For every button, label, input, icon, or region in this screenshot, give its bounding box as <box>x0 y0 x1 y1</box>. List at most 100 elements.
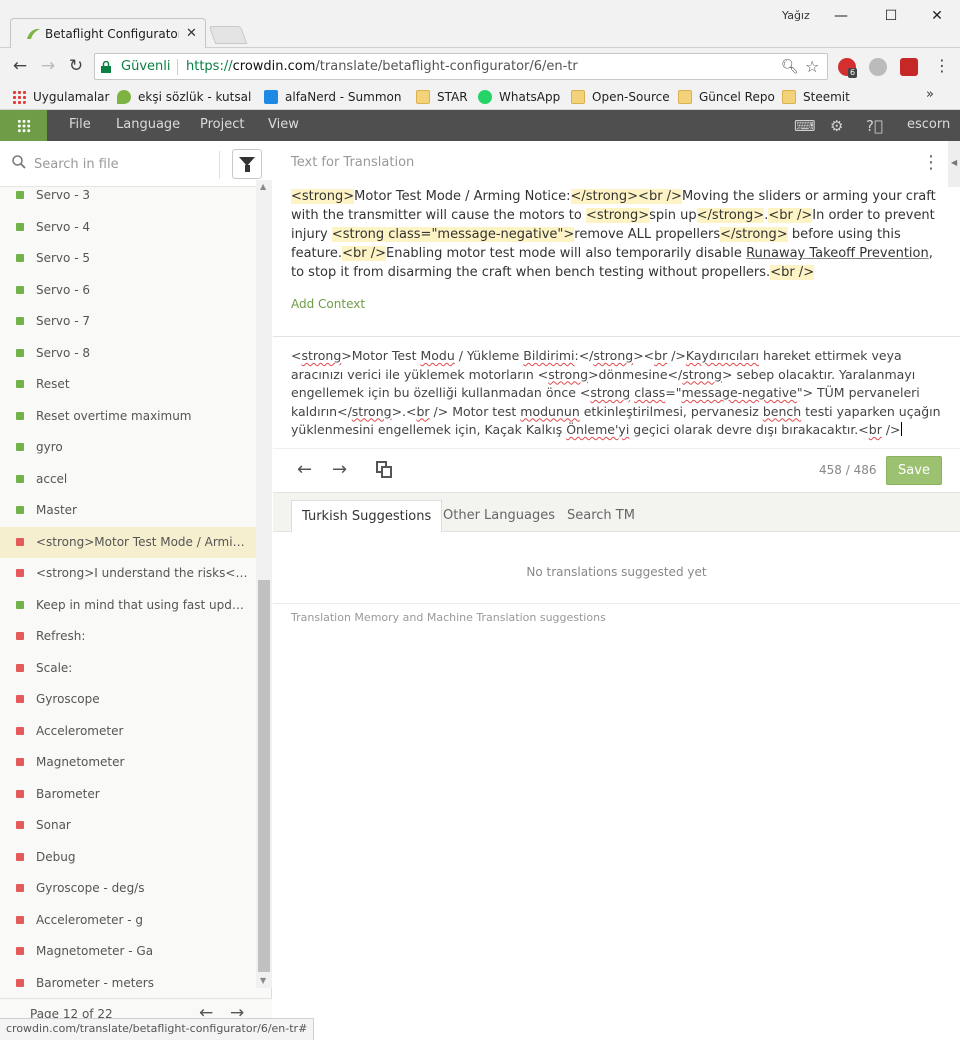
list-item[interactable]: Gyroscope <box>0 684 256 716</box>
user-menu[interactable]: escorn <box>907 117 950 132</box>
next-string-icon[interactable]: → <box>332 459 347 480</box>
list-item-text: Barometer <box>36 786 100 801</box>
bookmark-open-source[interactable]: Open-Source <box>571 88 670 106</box>
list-item[interactable]: Master <box>0 495 256 527</box>
collapse-right-panel[interactable]: ◀ <box>948 141 960 187</box>
more-bookmarks-icon[interactable]: » <box>926 87 934 102</box>
list-item[interactable]: Servo - 8 <box>0 338 256 370</box>
list-scrollbar[interactable]: ▲ ▼ <box>256 180 272 988</box>
forward-icon[interactable]: → <box>38 56 58 76</box>
list-item-text: Servo - 7 <box>36 314 90 328</box>
list-item[interactable]: Sonar <box>0 810 256 842</box>
maximize-icon[interactable]: ☐ <box>876 4 906 28</box>
list-item[interactable]: Magnetometer <box>0 747 256 779</box>
tab-other-languages[interactable]: Other Languages <box>433 500 565 533</box>
translated-status-icon <box>16 191 24 199</box>
extension-badge: 6 <box>848 68 858 78</box>
whatsapp-icon <box>478 90 492 104</box>
list-item[interactable]: Reset overtime maximum <box>0 401 256 433</box>
scroll-thumb[interactable] <box>258 580 270 972</box>
menu-language[interactable]: Language <box>116 117 180 132</box>
bookmark-guncel-repo[interactable]: Güncel Repo <box>678 88 775 106</box>
scroll-up-icon[interactable]: ▲ <box>260 182 266 191</box>
translated-status-icon <box>16 506 24 514</box>
list-item[interactable]: Accelerometer - g <box>0 905 256 937</box>
list-item[interactable]: Barometer <box>0 779 256 811</box>
folder-icon <box>782 90 796 104</box>
copy-source-icon[interactable] <box>376 461 394 479</box>
list-item[interactable]: Servo - 7 <box>0 306 256 338</box>
gear-icon[interactable]: ⚙ <box>830 117 843 135</box>
scroll-down-icon[interactable]: ▼ <box>260 976 266 985</box>
string-list: Servo - 3 Servo - 4 Servo - 5 Servo - 6 Serv… <box>0 180 256 996</box>
bookmark-whatsapp[interactable]: WhatsApp <box>478 88 560 106</box>
red-extension-icon[interactable] <box>900 58 918 76</box>
list-item[interactable]: Gyroscope - deg/s <box>0 873 256 905</box>
keyboard-icon[interactable]: ⌨ <box>794 117 816 135</box>
tab-close-icon[interactable]: ✕ <box>186 26 197 41</box>
list-item[interactable]: Servo - 4 <box>0 212 256 244</box>
browser-tab[interactable]: Betaflight Configurator A ✕ <box>10 18 206 49</box>
list-item[interactable]: Keep in mind that using fast update rate… <box>0 590 256 622</box>
translation-input[interactable]: <strong>Motor Test Modu / Yükleme Bildir… <box>291 347 943 440</box>
bookmark-apps[interactable]: Uygulamalar <box>12 88 109 106</box>
list-item-text: Keep in mind that using fast update rate… <box>36 597 248 612</box>
untranslated-status-icon <box>16 632 24 640</box>
previous-string-icon[interactable]: ← <box>297 459 312 480</box>
tab-search-tm[interactable]: Search TM <box>557 500 645 533</box>
search-input[interactable] <box>34 153 209 175</box>
more-options-icon[interactable]: ⋮ <box>922 152 940 173</box>
list-item-text: Accelerometer <box>36 723 124 738</box>
bookmark-eksi[interactable]: ekşi sözlük - kutsal b <box>117 88 255 106</box>
list-item[interactable]: accel <box>0 464 256 496</box>
menu-view[interactable]: View <box>268 117 299 132</box>
list-item[interactable]: Servo - 6 <box>0 275 256 307</box>
translated-status-icon <box>16 317 24 325</box>
bookmark-alfanerd[interactable]: alfaNerd - Summone <box>264 88 402 106</box>
menu-project[interactable]: Project <box>200 117 244 132</box>
source-header: Text for Translation <box>291 155 415 170</box>
tab-turkish-suggestions[interactable]: Turkish Suggestions <box>291 500 443 533</box>
list-item[interactable]: Refresh: <box>0 621 256 653</box>
help-icon[interactable]: ?⃝ <box>866 117 883 135</box>
list-item-text: Servo - 4 <box>36 219 90 234</box>
list-item-text: Servo - 3 <box>36 188 90 202</box>
new-tab-button[interactable] <box>208 26 248 44</box>
menu-file[interactable]: File <box>69 117 91 132</box>
list-item[interactable]: Magnetometer - Ga <box>0 936 256 968</box>
untranslated-status-icon <box>16 947 24 955</box>
filter-button[interactable] <box>232 149 262 179</box>
close-window-icon[interactable]: ✕ <box>922 4 952 28</box>
list-item[interactable]: <strong>I understand the risks</strong> <box>0 558 256 590</box>
list-item[interactable]: <strong>Motor Test Mode / Arming Notice:… <box>0 526 256 558</box>
back-icon[interactable]: ← <box>10 56 30 76</box>
profile-name[interactable]: Yağız <box>782 9 810 22</box>
list-item[interactable]: Reset <box>0 369 256 401</box>
opera-extension-icon[interactable]: 6 <box>838 58 858 78</box>
wordpress-extension-icon[interactable] <box>869 58 887 76</box>
minimize-icon[interactable]: — <box>826 4 856 28</box>
add-context-link[interactable]: Add Context <box>291 297 365 311</box>
browser-titlebar: Betaflight Configurator A ✕ Yağız — ☐ ✕ <box>0 0 960 49</box>
list-item[interactable]: Scale: <box>0 653 256 685</box>
bookmark-star-icon[interactable]: ☆ <box>805 57 819 76</box>
bookmark-star[interactable]: STAR <box>416 88 468 106</box>
untranslated-status-icon <box>16 758 24 766</box>
editor-divider <box>273 336 960 337</box>
app-grid-button[interactable] <box>0 110 47 141</box>
suggestions-tabs: Turkish Suggestions Other Languages Sear… <box>273 492 960 533</box>
untranslated-status-icon <box>16 726 24 735</box>
list-item[interactable]: Barometer - meters <box>0 968 256 997</box>
address-bar[interactable]: Güvenli https://crowdin.com/translate/be… <box>94 53 828 80</box>
save-button[interactable]: Save <box>886 456 942 485</box>
zoom-icon[interactable]: 🔍︎ <box>781 59 799 75</box>
list-item[interactable]: Servo - 5 <box>0 243 256 275</box>
list-item[interactable]: Debug <box>0 842 256 874</box>
bookmark-steemit[interactable]: Steemit <box>782 88 850 106</box>
list-item[interactable]: Accelerometer <box>0 716 256 748</box>
reload-icon[interactable]: ↻ <box>66 56 86 76</box>
translated-status-icon <box>16 222 24 231</box>
browser-menu-icon[interactable]: ⋮ <box>934 56 950 75</box>
list-item[interactable]: gyro <box>0 432 256 464</box>
list-item[interactable]: Servo - 3 <box>0 180 256 212</box>
